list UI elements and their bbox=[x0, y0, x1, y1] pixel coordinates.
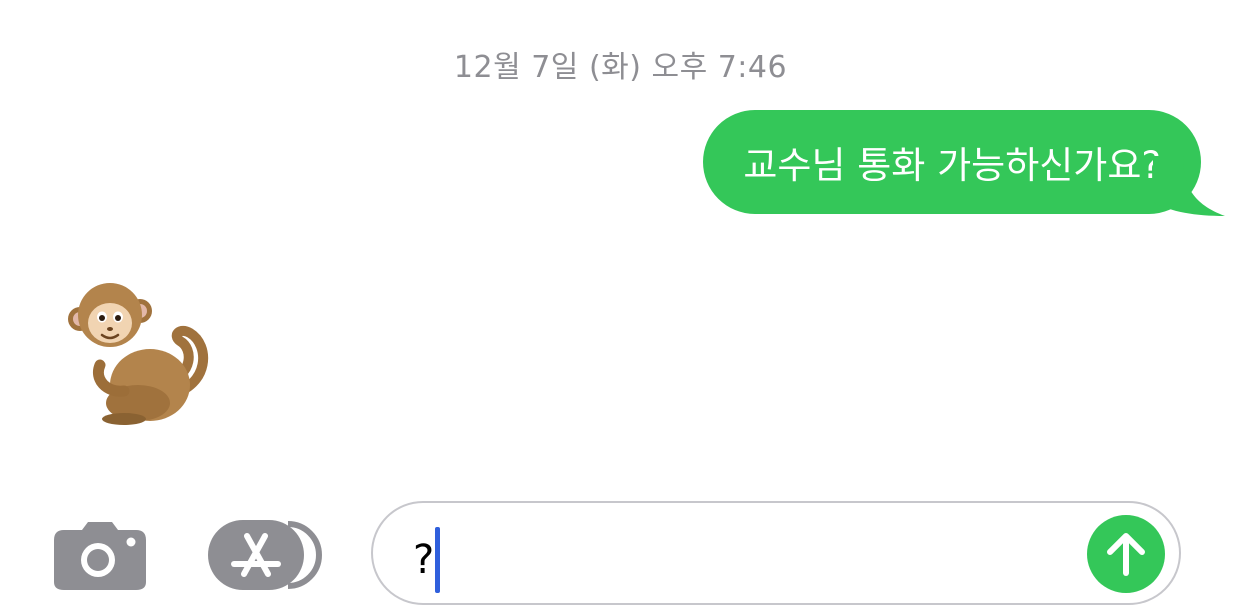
message-input[interactable]: ? bbox=[371, 501, 1181, 605]
monkey-emoji-icon[interactable] bbox=[60, 275, 220, 430]
sent-message-text: 교수님 통화 가능하신가요? bbox=[743, 144, 1161, 187]
bubble-tail-icon bbox=[1153, 156, 1225, 216]
app-store-icon[interactable] bbox=[208, 520, 323, 590]
camera-icon[interactable] bbox=[54, 520, 146, 590]
send-button[interactable] bbox=[1087, 515, 1165, 593]
arrow-up-icon bbox=[1107, 533, 1145, 576]
sent-message[interactable]: 교수님 통화 가능하신가요? bbox=[703, 110, 1225, 216]
message-input-text: ? bbox=[413, 537, 435, 583]
sent-message-bubble: 교수님 통화 가능하신가요? bbox=[703, 110, 1201, 214]
message-timestamp: 12월 7일 (화) 오후 7:46 bbox=[453, 50, 788, 85]
text-cursor bbox=[435, 527, 441, 593]
